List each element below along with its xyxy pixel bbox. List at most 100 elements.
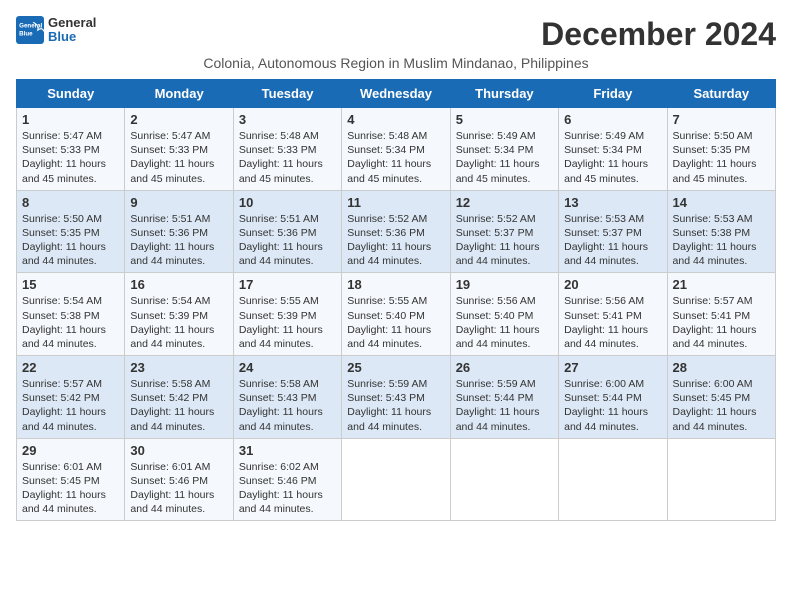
- day-info: and 45 minutes.: [347, 172, 444, 186]
- day-info: and 44 minutes.: [130, 420, 227, 434]
- calendar-day-header: Sunday: [17, 80, 125, 108]
- day-info: Sunset: 5:42 PM: [22, 391, 119, 405]
- day-number: 17: [239, 277, 336, 292]
- day-info: Sunset: 5:46 PM: [130, 474, 227, 488]
- day-info: and 44 minutes.: [347, 420, 444, 434]
- day-info: Daylight: 11 hours: [22, 488, 119, 502]
- day-info: Daylight: 11 hours: [456, 240, 553, 254]
- logo: General Blue General Blue: [16, 16, 96, 45]
- day-info: Sunset: 5:38 PM: [673, 226, 770, 240]
- day-number: 4: [347, 112, 444, 127]
- day-info: Sunrise: 5:53 AM: [673, 212, 770, 226]
- day-info: and 45 minutes.: [456, 172, 553, 186]
- day-info: Sunset: 5:36 PM: [130, 226, 227, 240]
- day-info: Sunrise: 5:58 AM: [239, 377, 336, 391]
- calendar-table: SundayMondayTuesdayWednesdayThursdayFrid…: [16, 79, 776, 521]
- day-info: Sunset: 5:35 PM: [673, 143, 770, 157]
- day-info: Sunset: 5:40 PM: [456, 309, 553, 323]
- day-info: Sunset: 5:33 PM: [22, 143, 119, 157]
- day-info: Daylight: 11 hours: [673, 157, 770, 171]
- day-number: 15: [22, 277, 119, 292]
- calendar-cell: 25Sunrise: 5:59 AMSunset: 5:43 PMDayligh…: [342, 356, 450, 439]
- day-info: Sunrise: 5:47 AM: [130, 129, 227, 143]
- subtitle: Colonia, Autonomous Region in Muslim Min…: [16, 55, 776, 71]
- day-info: and 44 minutes.: [673, 254, 770, 268]
- day-number: 9: [130, 195, 227, 210]
- day-info: Sunset: 5:36 PM: [347, 226, 444, 240]
- day-info: Daylight: 11 hours: [564, 157, 661, 171]
- day-info: Sunset: 5:35 PM: [22, 226, 119, 240]
- day-info: and 44 minutes.: [239, 254, 336, 268]
- day-info: Sunset: 5:37 PM: [564, 226, 661, 240]
- day-info: Daylight: 11 hours: [239, 488, 336, 502]
- day-info: Sunrise: 5:50 AM: [673, 129, 770, 143]
- calendar-cell: 1Sunrise: 5:47 AMSunset: 5:33 PMDaylight…: [17, 108, 125, 191]
- calendar-day-header: Thursday: [450, 80, 558, 108]
- calendar-cell: 3Sunrise: 5:48 AMSunset: 5:33 PMDaylight…: [233, 108, 341, 191]
- day-number: 29: [22, 443, 119, 458]
- calendar-cell: 9Sunrise: 5:51 AMSunset: 5:36 PMDaylight…: [125, 190, 233, 273]
- day-info: Daylight: 11 hours: [456, 405, 553, 419]
- calendar-day-header: Monday: [125, 80, 233, 108]
- calendar-cell: 16Sunrise: 5:54 AMSunset: 5:39 PMDayligh…: [125, 273, 233, 356]
- calendar-cell: 21Sunrise: 5:57 AMSunset: 5:41 PMDayligh…: [667, 273, 775, 356]
- day-number: 2: [130, 112, 227, 127]
- day-info: Daylight: 11 hours: [347, 323, 444, 337]
- calendar-week-row: 1Sunrise: 5:47 AMSunset: 5:33 PMDaylight…: [17, 108, 776, 191]
- day-info: Sunset: 5:42 PM: [130, 391, 227, 405]
- day-info: Sunrise: 5:56 AM: [456, 294, 553, 308]
- day-info: and 44 minutes.: [456, 420, 553, 434]
- day-info: and 44 minutes.: [22, 420, 119, 434]
- calendar-cell: 11Sunrise: 5:52 AMSunset: 5:36 PMDayligh…: [342, 190, 450, 273]
- day-info: and 44 minutes.: [130, 502, 227, 516]
- day-info: Daylight: 11 hours: [130, 405, 227, 419]
- day-info: Sunset: 5:40 PM: [347, 309, 444, 323]
- day-info: and 44 minutes.: [130, 337, 227, 351]
- day-info: and 44 minutes.: [239, 502, 336, 516]
- day-info: Sunrise: 5:49 AM: [564, 129, 661, 143]
- calendar-cell: [667, 438, 775, 521]
- day-info: Sunrise: 5:54 AM: [130, 294, 227, 308]
- day-info: Daylight: 11 hours: [239, 405, 336, 419]
- day-info: and 44 minutes.: [22, 337, 119, 351]
- day-info: Daylight: 11 hours: [239, 157, 336, 171]
- logo-icon: General Blue: [16, 16, 44, 44]
- calendar-body: 1Sunrise: 5:47 AMSunset: 5:33 PMDaylight…: [17, 108, 776, 521]
- day-number: 6: [564, 112, 661, 127]
- day-info: and 44 minutes.: [130, 254, 227, 268]
- calendar-day-header: Saturday: [667, 80, 775, 108]
- calendar-cell: 12Sunrise: 5:52 AMSunset: 5:37 PMDayligh…: [450, 190, 558, 273]
- day-info: and 44 minutes.: [456, 254, 553, 268]
- day-info: Sunrise: 5:56 AM: [564, 294, 661, 308]
- day-info: Sunset: 5:41 PM: [673, 309, 770, 323]
- calendar-cell: 29Sunrise: 6:01 AMSunset: 5:45 PMDayligh…: [17, 438, 125, 521]
- day-info: Daylight: 11 hours: [347, 240, 444, 254]
- day-info: Sunrise: 5:52 AM: [347, 212, 444, 226]
- day-info: Sunrise: 6:01 AM: [130, 460, 227, 474]
- calendar-cell: [559, 438, 667, 521]
- calendar-cell: 6Sunrise: 5:49 AMSunset: 5:34 PMDaylight…: [559, 108, 667, 191]
- calendar-cell: 20Sunrise: 5:56 AMSunset: 5:41 PMDayligh…: [559, 273, 667, 356]
- day-info: and 44 minutes.: [239, 420, 336, 434]
- day-info: Sunset: 5:43 PM: [239, 391, 336, 405]
- day-info: and 44 minutes.: [347, 254, 444, 268]
- day-info: Sunset: 5:43 PM: [347, 391, 444, 405]
- day-info: and 44 minutes.: [22, 502, 119, 516]
- day-number: 28: [673, 360, 770, 375]
- calendar-cell: [450, 438, 558, 521]
- day-info: and 44 minutes.: [22, 254, 119, 268]
- day-number: 30: [130, 443, 227, 458]
- day-info: Sunrise: 6:02 AM: [239, 460, 336, 474]
- day-number: 18: [347, 277, 444, 292]
- day-info: Sunset: 5:39 PM: [130, 309, 227, 323]
- day-info: Sunrise: 5:50 AM: [22, 212, 119, 226]
- day-number: 5: [456, 112, 553, 127]
- day-info: Daylight: 11 hours: [130, 240, 227, 254]
- calendar-cell: 13Sunrise: 5:53 AMSunset: 5:37 PMDayligh…: [559, 190, 667, 273]
- day-number: 12: [456, 195, 553, 210]
- day-info: Daylight: 11 hours: [564, 323, 661, 337]
- calendar-cell: 10Sunrise: 5:51 AMSunset: 5:36 PMDayligh…: [233, 190, 341, 273]
- day-number: 16: [130, 277, 227, 292]
- day-info: Daylight: 11 hours: [673, 323, 770, 337]
- day-info: Daylight: 11 hours: [456, 157, 553, 171]
